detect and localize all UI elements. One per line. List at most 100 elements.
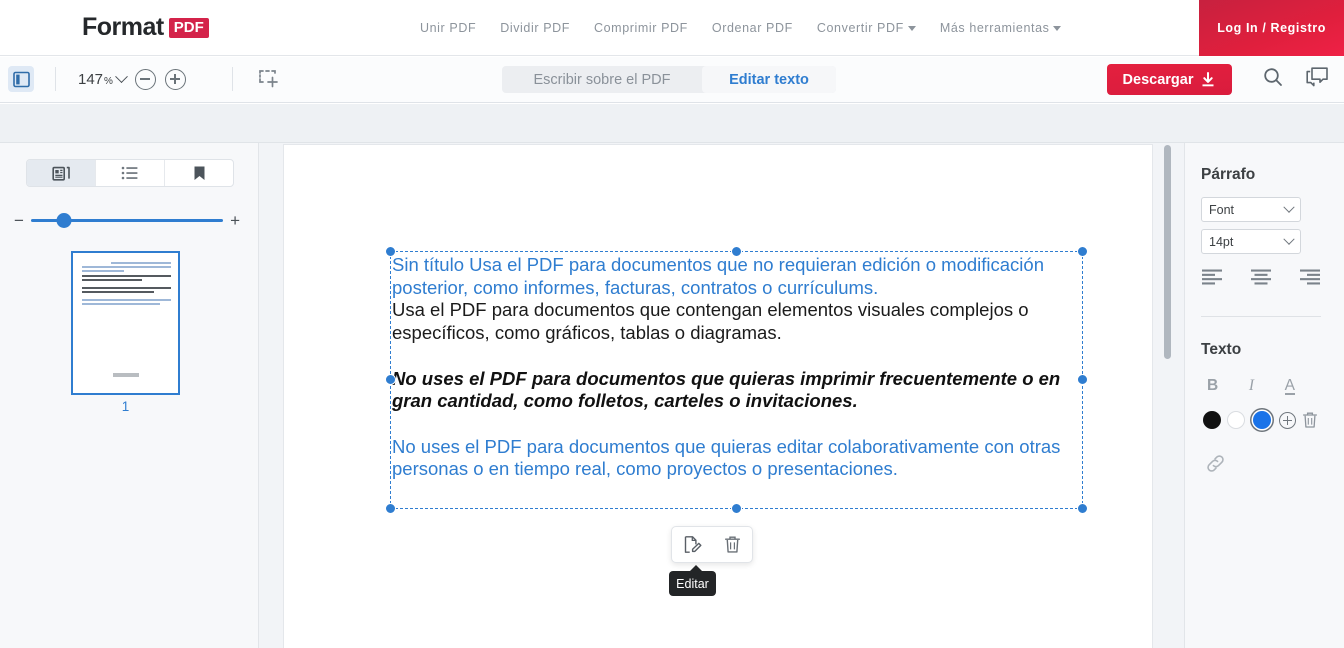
nav-item-dividir-pdf[interactable]: Dividir PDF — [500, 21, 570, 35]
font-size-value: 14pt — [1209, 234, 1234, 249]
nav-label: Unir PDF — [420, 21, 477, 35]
bookmark-icon — [194, 166, 204, 180]
align-left-icon — [1202, 269, 1222, 285]
resize-handle-middle-left[interactable] — [385, 374, 396, 385]
tab-label: Editar texto — [729, 71, 809, 88]
tab-label: Escribir sobre el PDF — [533, 71, 671, 88]
download-arrow-icon — [1202, 71, 1214, 86]
trash-icon — [1302, 412, 1318, 428]
thumbnail-zoom-in[interactable]: + — [230, 212, 240, 229]
color-swatch-black[interactable] — [1203, 411, 1221, 429]
pages-thumbnail-icon — [51, 166, 70, 181]
paragraph-section-title: Párrafo — [1201, 166, 1256, 183]
zoom-out-button[interactable] — [134, 68, 156, 90]
resize-handle-top-left[interactable] — [385, 246, 396, 257]
zoom-level-dropdown[interactable]: 147% — [78, 69, 128, 88]
thumbnail-zoom-slider[interactable]: − + — [14, 209, 240, 231]
slider-handle[interactable] — [56, 212, 72, 228]
insert-link-button[interactable] — [1205, 453, 1226, 474]
align-right-button[interactable] — [1299, 268, 1321, 286]
align-left-button[interactable] — [1201, 268, 1223, 286]
zoom-unit: % — [104, 75, 113, 87]
delete-text-button[interactable] — [724, 535, 741, 554]
tab-escribir-sobre-el-pdf[interactable]: Escribir sobre el PDF — [502, 66, 702, 93]
edit-mode-switch: Escribir sobre el PDF Editar texto — [502, 66, 836, 93]
paragraph-3[interactable]: No uses el PDF para documentos que quier… — [392, 368, 1082, 413]
resize-handle-bottom-left[interactable] — [385, 503, 396, 514]
nav-label: Más herramientas — [939, 21, 1050, 35]
paragraph-1[interactable]: Sin título Usa el PDF para documentos qu… — [392, 254, 1082, 299]
text-section-title: Texto — [1201, 341, 1242, 358]
sidebar-toggle-button[interactable] — [8, 66, 34, 92]
nav-item-unir-pdf[interactable]: Unir PDF — [420, 21, 476, 35]
sidebar-item-outline[interactable] — [96, 160, 165, 186]
vertical-scrollbar-thumb[interactable] — [1164, 145, 1171, 359]
chevron-down-icon — [1283, 201, 1295, 213]
chevron-down-icon — [115, 69, 128, 83]
align-right-icon — [1300, 269, 1320, 285]
resize-handle-top-center[interactable] — [730, 246, 742, 257]
trash-icon — [725, 536, 740, 553]
nav-label: Ordenar PDF — [711, 21, 793, 35]
nav-label: Comprimir PDF — [594, 21, 688, 35]
text-selection-box[interactable]: Sin título Usa el PDF para documentos qu… — [385, 246, 1088, 514]
thumbnail-zoom-out[interactable]: − — [14, 212, 24, 229]
sidebar-tabs — [26, 159, 234, 187]
sidebar-item-pages[interactable] — [27, 160, 96, 186]
zoom-controls: 147% — [78, 66, 186, 92]
select-area-icon — [259, 70, 278, 88]
download-button[interactable]: Descargar — [1107, 64, 1232, 95]
nav-item-convertir-pdf[interactable]: Convertir PDF — [817, 21, 916, 35]
bold-button[interactable]: B — [1207, 377, 1218, 395]
brand-badge: PDF — [168, 17, 209, 38]
panel-toggle-icon — [12, 71, 30, 87]
underline-button[interactable]: A — [1284, 377, 1295, 395]
plus-circle-icon[interactable] — [1279, 411, 1296, 429]
paragraph-2[interactable]: Usa el PDF para documentos que contengan… — [392, 299, 1082, 344]
list-icon — [121, 166, 138, 180]
thumbnail-footer-mark — [113, 373, 139, 377]
sidebar-item-bookmarks[interactable] — [165, 160, 233, 186]
color-swatch-white[interactable] — [1227, 411, 1245, 429]
comments-button[interactable] — [1306, 67, 1329, 88]
italic-button[interactable]: I — [1249, 377, 1254, 395]
tooltip-label: Editar — [676, 576, 709, 591]
text-context-toolbar — [671, 526, 753, 563]
object-type-toolbar: ¶ — [0, 104, 1344, 241]
resize-handle-bottom-right[interactable] — [1077, 503, 1088, 514]
text-color-group — [1203, 409, 1323, 431]
login-register-button[interactable]: Log In / Registro — [1199, 0, 1344, 56]
document-canvas[interactable]: Sin título Usa el PDF para documentos qu… — [259, 143, 1184, 648]
page-thumbnail-1[interactable] — [71, 251, 180, 395]
nav-item-mas-herramientas[interactable]: Más herramientas — [940, 21, 1062, 35]
search-button[interactable] — [1262, 66, 1284, 88]
font-family-select[interactable]: Font — [1201, 197, 1301, 222]
nav-label: Convertir PDF — [816, 21, 904, 35]
font-size-select[interactable]: 14pt — [1201, 229, 1301, 254]
align-center-icon — [1251, 269, 1271, 285]
edit-text-button[interactable] — [683, 535, 702, 554]
brand-name: Format — [82, 13, 164, 41]
delete-color-button[interactable] — [1302, 411, 1318, 429]
select-area-button[interactable] — [258, 68, 280, 90]
brand-logo[interactable]: Format PDF — [82, 13, 209, 42]
paragraph-4[interactable]: No uses el PDF para documentos que quier… — [392, 436, 1082, 481]
text-style-group: B I A — [1207, 377, 1295, 395]
zoom-in-button[interactable] — [164, 68, 186, 90]
align-center-button[interactable] — [1250, 268, 1272, 286]
resize-handle-top-right[interactable] — [1077, 246, 1088, 257]
nav-item-comprimir-pdf[interactable]: Comprimir PDF — [594, 21, 688, 35]
tab-editar-texto[interactable]: Editar texto — [702, 66, 836, 93]
download-label: Descargar — [1122, 71, 1194, 88]
slider-track[interactable] — [30, 212, 224, 228]
resize-handle-bottom-center[interactable] — [730, 503, 742, 514]
nav-item-ordenar-pdf[interactable]: Ordenar PDF — [712, 21, 793, 35]
pdf-page[interactable]: Sin título Usa el PDF para documentos qu… — [283, 144, 1153, 648]
resize-handle-middle-right[interactable] — [1077, 374, 1088, 385]
color-swatch-blue-selected[interactable] — [1253, 411, 1271, 429]
chevron-down-icon — [907, 25, 916, 31]
section-divider — [1201, 316, 1321, 317]
toolbar-divider — [55, 67, 56, 91]
document-text-content[interactable]: Sin título Usa el PDF para documentos qu… — [392, 254, 1082, 481]
